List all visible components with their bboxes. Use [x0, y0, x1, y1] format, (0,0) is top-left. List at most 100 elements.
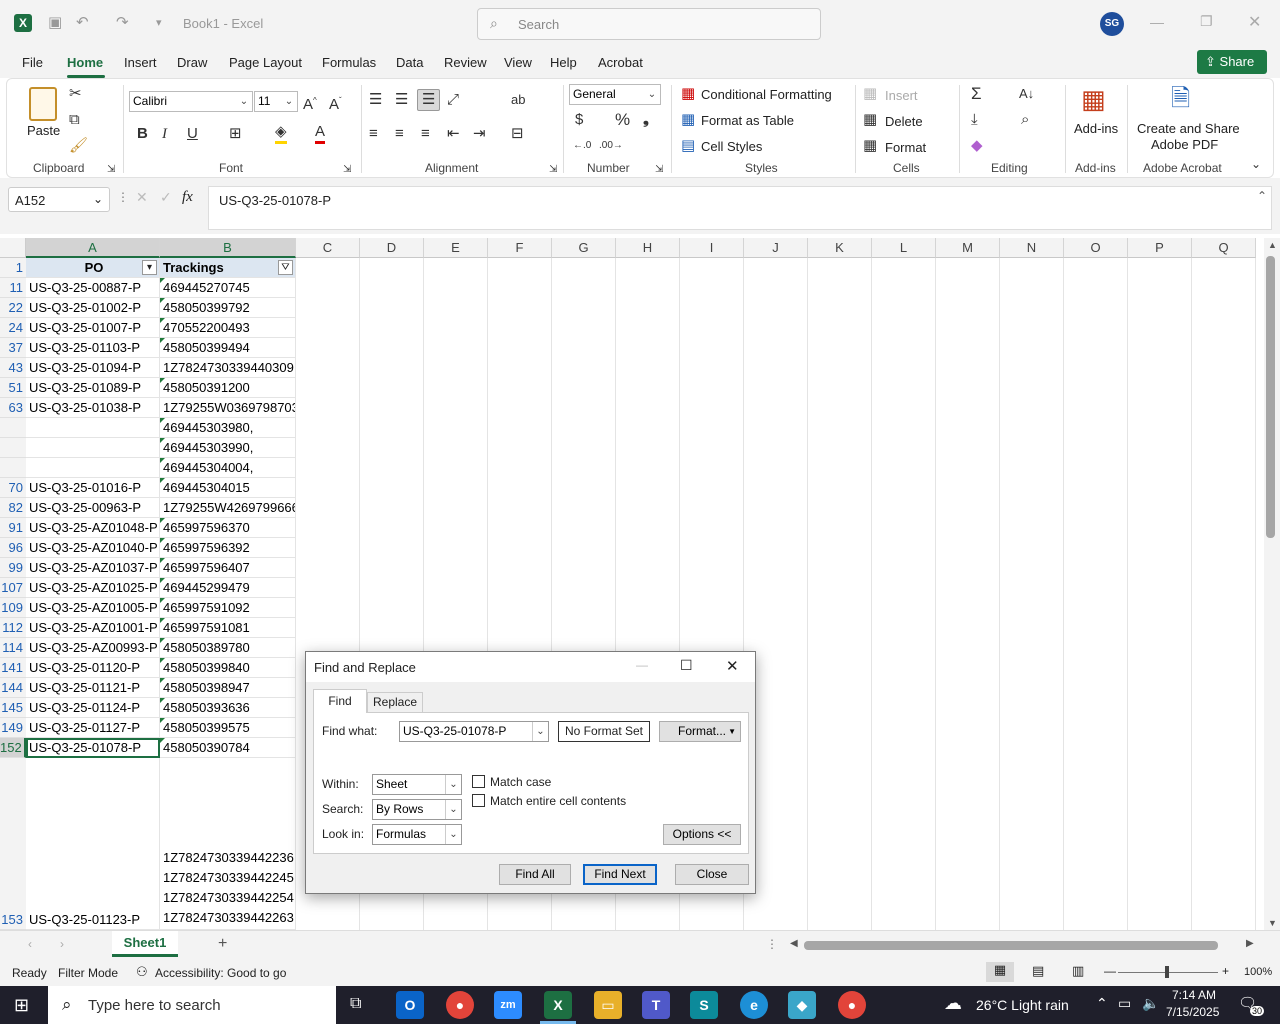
sheet-tab-sheet1[interactable]: Sheet1	[112, 931, 178, 957]
qat-customize-icon[interactable]: ▾	[156, 14, 162, 32]
cell-a[interactable]	[26, 438, 160, 458]
row-header[interactable]: 82	[0, 498, 26, 518]
tab-draw[interactable]: Draw	[177, 55, 207, 70]
chevron-down-icon[interactable]: ⌄	[532, 722, 548, 741]
number-as-text-indicator[interactable]	[160, 458, 165, 463]
match-entire-checkbox[interactable]	[472, 794, 485, 807]
clock-date[interactable]: 7/15/2025	[1166, 1005, 1219, 1019]
cell-a[interactable]: US-Q3-25-01123-P	[26, 758, 160, 930]
borders-icon[interactable]: ⊞	[229, 125, 242, 143]
tab-replace[interactable]: Replace	[367, 692, 423, 712]
match-entire-label[interactable]: Match entire cell contents	[490, 794, 626, 808]
scroll-down-icon[interactable]: ▼	[1268, 918, 1277, 928]
conditional-formatting-icon[interactable]: ▦	[681, 85, 695, 103]
row-header[interactable]: 107	[0, 578, 26, 598]
row-header[interactable]	[0, 438, 26, 458]
chrome-profile-icon[interactable]: ●	[838, 991, 866, 1019]
italic-icon[interactable]: I	[162, 125, 167, 143]
fill-color-icon[interactable]: ◈	[275, 123, 287, 144]
collapse-formula-icon[interactable]: ⌃	[1257, 189, 1267, 203]
number-as-text-indicator[interactable]	[160, 638, 165, 643]
tab-home[interactable]: Home	[67, 55, 103, 70]
number-as-text-indicator[interactable]	[160, 618, 165, 623]
cell-b[interactable]: 469445303990,	[160, 438, 296, 458]
clear-icon[interactable]: ◆	[971, 137, 983, 155]
wrap-text-icon[interactable]: ab	[511, 91, 525, 109]
column-header-e[interactable]: E	[424, 238, 488, 258]
format-cells-icon[interactable]: ▦	[863, 137, 877, 155]
cell-a[interactable]: US-Q3-25-01120-P	[26, 658, 160, 678]
redo-icon[interactable]: ↷	[116, 14, 129, 32]
cell-b[interactable]: 465997591081	[160, 618, 296, 638]
network-icon[interactable]: ▭	[1118, 995, 1131, 1012]
column-header-l[interactable]: L	[872, 238, 936, 258]
number-as-text-indicator[interactable]	[160, 578, 165, 583]
accessibility-icon[interactable]: ⚇	[136, 964, 148, 980]
add-sheet-button[interactable]: +	[218, 935, 227, 953]
row-header[interactable]: 96	[0, 538, 26, 558]
cell-a[interactable]: PO	[26, 258, 160, 278]
row-header[interactable]: 99	[0, 558, 26, 578]
font-size-select[interactable]: 11 ⌄	[254, 91, 298, 112]
cell-a[interactable]: US-Q3-25-AZ00993-P	[26, 638, 160, 658]
number-as-text-indicator[interactable]	[160, 738, 165, 743]
bold-icon[interactable]: B	[137, 125, 148, 143]
decrease-indent-icon[interactable]: ⇤	[447, 125, 460, 143]
tab-help[interactable]: Help	[550, 55, 577, 70]
row-header[interactable]: 144	[0, 678, 26, 698]
tab-file[interactable]: File	[22, 55, 43, 70]
row-header[interactable]: 114	[0, 638, 26, 658]
delete-cells-button[interactable]: Delete	[885, 114, 923, 129]
decrease-font-icon[interactable]: Aˇ	[329, 92, 342, 114]
cell-a[interactable]: US-Q3-25-01078-P	[26, 738, 160, 758]
row-header[interactable]: 152	[0, 738, 26, 758]
cell-b[interactable]: 458050391200	[160, 378, 296, 398]
number-as-text-indicator[interactable]	[160, 678, 165, 683]
cell-styles-button[interactable]: Cell Styles	[701, 139, 762, 154]
underline-icon[interactable]: U	[187, 125, 198, 143]
format-as-table-button[interactable]: Format as Table	[701, 113, 794, 128]
cell-b[interactable]: 458050390784	[160, 738, 296, 758]
row-header[interactable]: 109	[0, 598, 26, 618]
align-center-icon[interactable]: ≡	[395, 125, 404, 143]
align-top-icon[interactable]: ☰	[369, 91, 382, 109]
share-button[interactable]: ⇪ Share	[1197, 50, 1267, 74]
cell-a[interactable]: US-Q3-25-AZ01005-P	[26, 598, 160, 618]
number-as-text-indicator[interactable]	[160, 478, 165, 483]
dialog-close-icon[interactable]: ✕	[726, 657, 739, 675]
scroll-right-icon[interactable]: ▶	[1246, 938, 1254, 949]
close-window-icon[interactable]: ✕	[1248, 12, 1261, 32]
row-header[interactable]: 43	[0, 358, 26, 378]
windows-start-icon[interactable]: ⊞	[14, 995, 29, 1016]
volume-icon[interactable]: 🔈	[1142, 995, 1159, 1012]
find-select-icon[interactable]: ⌕	[1021, 111, 1029, 129]
align-middle-icon[interactable]: ☰	[395, 91, 408, 109]
column-header-i[interactable]: I	[680, 238, 744, 258]
column-header-q[interactable]: Q	[1192, 238, 1256, 258]
filter-active-b-icon[interactable]: ⛛	[278, 260, 293, 275]
add-ins-button[interactable]: Add-ins	[1074, 121, 1118, 136]
vertical-scroll-thumb[interactable]	[1266, 256, 1275, 538]
paste-button[interactable]: Paste	[27, 123, 60, 138]
number-as-text-indicator[interactable]	[160, 438, 165, 443]
number-as-text-indicator[interactable]	[160, 518, 165, 523]
cell-a[interactable]: US-Q3-25-01016-P	[26, 478, 160, 498]
insert-function-icon[interactable]: fx	[182, 189, 193, 206]
tab-data[interactable]: Data	[396, 55, 423, 70]
look-in-select[interactable]: Formulas ⌄	[372, 824, 462, 845]
file-explorer-icon[interactable]: ▭	[594, 991, 622, 1019]
column-header-a[interactable]: A	[26, 238, 160, 258]
column-header-j[interactable]: J	[744, 238, 808, 258]
acrobat-pdf-icon[interactable]: 🗎	[1171, 85, 1190, 113]
tab-view[interactable]: View	[504, 55, 532, 70]
number-as-text-indicator[interactable]	[160, 278, 165, 283]
font-name-select[interactable]: Calibri ⌄	[129, 91, 253, 112]
column-header-n[interactable]: N	[1000, 238, 1064, 258]
align-left-icon[interactable]: ≡	[369, 125, 378, 143]
maximize-icon[interactable]: ❐	[1200, 13, 1213, 30]
dialog-minimize-icon[interactable]: —	[636, 658, 648, 672]
column-header-p[interactable]: P	[1128, 238, 1192, 258]
select-all-corner[interactable]	[0, 238, 26, 258]
app-diamond-icon[interactable]: ◆	[788, 991, 816, 1019]
cell-b[interactable]: 458050399494	[160, 338, 296, 358]
